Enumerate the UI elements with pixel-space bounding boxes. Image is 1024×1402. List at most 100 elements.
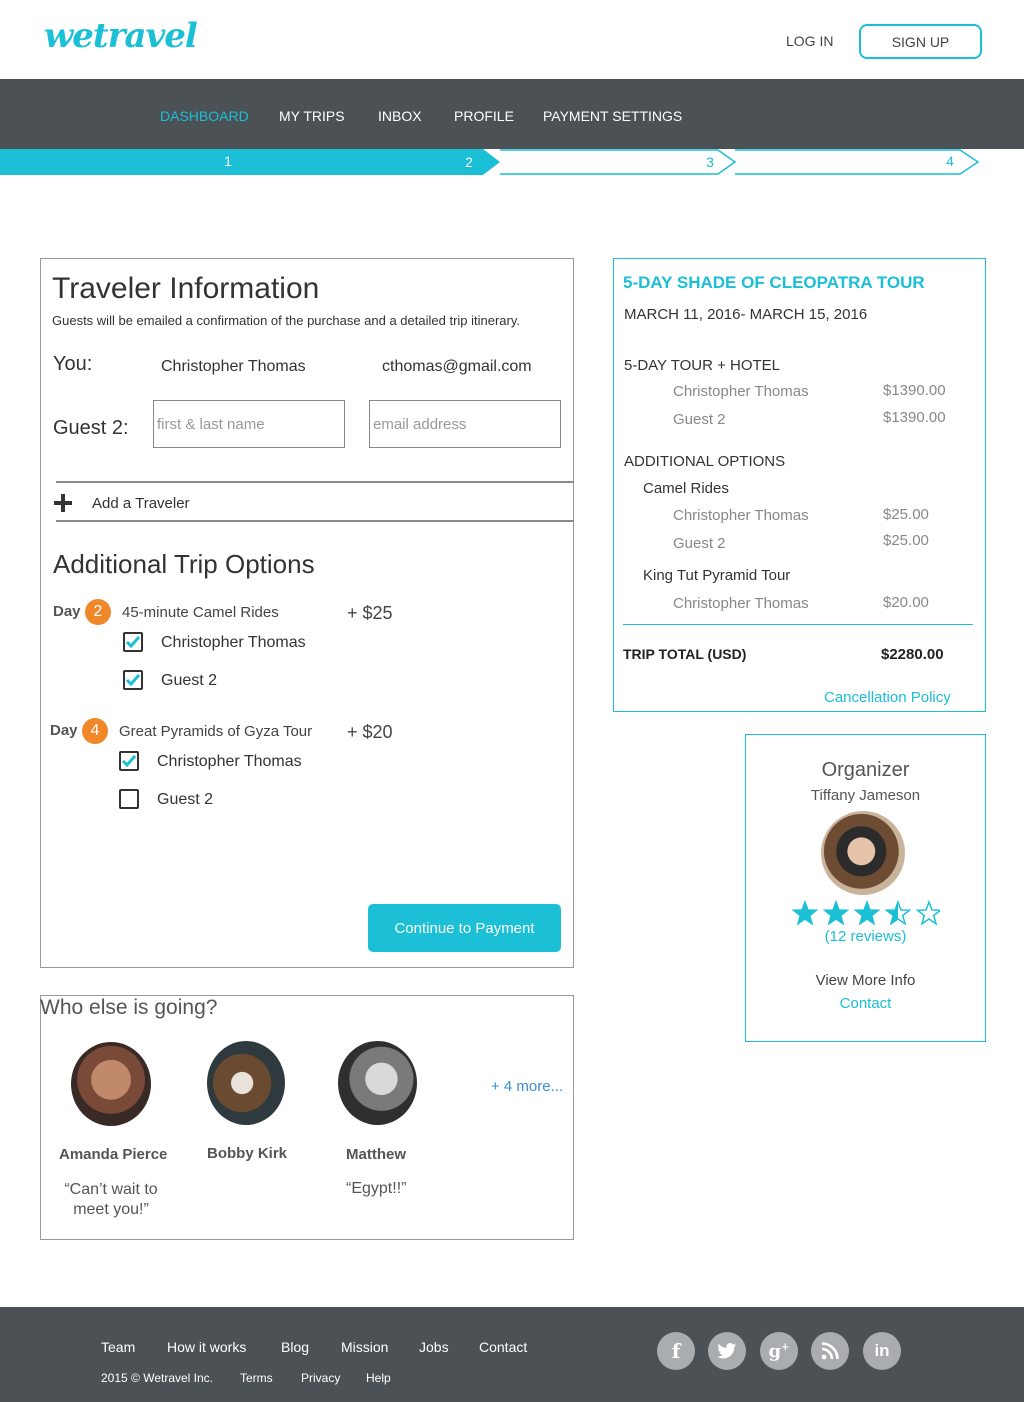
- progress-fill: [0, 149, 500, 175]
- check-icon: [125, 636, 141, 649]
- avatar-bobby[interactable]: [207, 1041, 285, 1125]
- continue-to-payment-button[interactable]: Continue to Payment: [368, 904, 561, 952]
- contact-link[interactable]: Contact: [745, 995, 986, 1012]
- facebook-icon[interactable]: f: [657, 1332, 695, 1370]
- divider-top: [56, 481, 574, 483]
- main-nav: DASHBOARD MY TRIPS INBOX PROFILE PAYMENT…: [0, 79, 1024, 149]
- more-attendees-link[interactable]: + 4 more...: [491, 1078, 563, 1095]
- checkbox-camel-christopher[interactable]: [123, 632, 143, 652]
- footer-terms-link[interactable]: Terms: [240, 1371, 273, 1385]
- option-price: + $25: [347, 603, 393, 623]
- organizer-title: Organizer: [821, 759, 910, 781]
- line-name: Guest 2: [673, 535, 726, 552]
- kingtut-label: King Tut Pyramid Tour: [643, 567, 791, 584]
- traveler-name: Christopher Thomas: [161, 634, 306, 651]
- person-name[interactable]: Matthew: [346, 1146, 406, 1163]
- nav-my-trips[interactable]: MY TRIPS: [279, 108, 345, 124]
- progress-step-2: 2: [465, 154, 473, 170]
- signup-button[interactable]: SIGN UP: [859, 24, 982, 59]
- guest-email-field[interactable]: email address: [369, 400, 561, 448]
- progress-step-1: 1: [224, 153, 232, 169]
- option-name: Great Pyramids of Gyza Tour: [119, 723, 313, 740]
- footer-help-link[interactable]: Help: [366, 1371, 391, 1385]
- checkbox-camel-guest2[interactable]: [123, 670, 143, 690]
- plus-icon[interactable]: [54, 494, 72, 512]
- summary-divider: [623, 624, 973, 625]
- nav-dashboard[interactable]: DASHBOARD: [160, 108, 249, 124]
- nav-profile[interactable]: PROFILE: [454, 108, 514, 124]
- view-more-info-link[interactable]: View More Info: [745, 972, 986, 989]
- avatar-matthew[interactable]: [338, 1041, 417, 1125]
- checkout-progress: 1 2 3 4: [0, 149, 980, 175]
- rss-icon[interactable]: [811, 1332, 849, 1370]
- package-label: 5-DAY TOUR + HOTEL: [624, 357, 781, 374]
- going-title: Who else is going?: [40, 996, 218, 1019]
- nav-payment-settings[interactable]: PAYMENT SETTINGS: [543, 108, 682, 124]
- line-amount: $25.00: [883, 532, 929, 549]
- line-name: Christopher Thomas: [673, 383, 809, 400]
- cancellation-policy-link[interactable]: Cancellation Policy: [824, 689, 951, 706]
- option-price: + $20: [347, 722, 393, 742]
- organizer-name: Tiffany Jameson: [810, 787, 921, 804]
- progress-step-3: 3: [706, 154, 714, 170]
- footer-how-it-works-link[interactable]: How it works: [167, 1339, 246, 1355]
- copyright: 2015 © Wetravel Inc.: [101, 1371, 214, 1385]
- divider-bottom: [56, 520, 574, 522]
- footer-mission-link[interactable]: Mission: [341, 1339, 388, 1355]
- additional-label: ADDITIONAL OPTIONS: [624, 453, 786, 470]
- twitter-icon[interactable]: [708, 1332, 746, 1370]
- footer-team-link[interactable]: Team: [101, 1339, 135, 1355]
- traveler-title: Traveler Information: [52, 272, 320, 305]
- add-traveler-link[interactable]: Add a Traveler: [92, 495, 190, 512]
- options-title: Additional Trip Options: [53, 549, 315, 579]
- day-badge: 4: [82, 718, 108, 744]
- progress-step-4: 4: [946, 153, 954, 169]
- total-amount: $2280.00: [881, 646, 944, 663]
- guest-label: Guest 2:: [53, 417, 129, 439]
- nav-inbox[interactable]: INBOX: [378, 108, 422, 124]
- option-name: 45-minute Camel Rides: [122, 604, 279, 621]
- star-icon: [822, 900, 850, 926]
- traveler-name: Guest 2: [161, 672, 218, 689]
- traveler-name: Guest 2: [157, 791, 214, 808]
- footer-contact-link[interactable]: Contact: [479, 1339, 527, 1355]
- line-name: Guest 2: [673, 411, 726, 428]
- day-label: Day: [50, 722, 78, 739]
- line-name: Christopher Thomas: [673, 595, 809, 612]
- guest-name-field[interactable]: first & last name: [153, 400, 345, 448]
- checkbox-pyramid-guest2[interactable]: [119, 789, 139, 809]
- you-name: Christopher Thomas: [161, 358, 306, 375]
- star-icon: [853, 900, 881, 926]
- line-name: Christopher Thomas: [673, 507, 809, 524]
- check-icon: [121, 755, 137, 768]
- footer-privacy-link[interactable]: Privacy: [301, 1371, 340, 1385]
- login-link[interactable]: LOG IN: [786, 33, 833, 49]
- checkbox-pyramid-christopher[interactable]: [119, 751, 139, 771]
- check-icon: [125, 674, 141, 687]
- footer-blog-link[interactable]: Blog: [281, 1339, 309, 1355]
- line-amount: $25.00: [883, 506, 929, 523]
- star-icon: [884, 900, 912, 926]
- line-amount: $1390.00: [883, 409, 946, 426]
- star-icon: [791, 900, 819, 926]
- person-name[interactable]: Bobby Kirk: [207, 1145, 287, 1162]
- star-icon: [915, 900, 940, 926]
- you-label: You:: [53, 353, 93, 375]
- wetravel-logo[interactable]: wetravel: [44, 16, 198, 56]
- camel-label: Camel Rides: [643, 480, 729, 497]
- day-label: Day: [53, 603, 81, 620]
- you-email: cthomas@gmail.com: [382, 358, 532, 375]
- google-plus-icon[interactable]: g+: [760, 1332, 798, 1370]
- traveler-name: Christopher Thomas: [157, 753, 302, 770]
- avatar-amanda[interactable]: [71, 1042, 151, 1126]
- reviews-link[interactable]: (12 reviews): [745, 928, 986, 945]
- progress-step-4-outline: [735, 149, 980, 175]
- traveler-subtitle: Guests will be emailed a confirmation of…: [52, 313, 521, 328]
- line-amount: $20.00: [883, 594, 929, 611]
- footer-jobs-link[interactable]: Jobs: [419, 1339, 449, 1355]
- person-quote: “Can’t wait to meet you!”: [64, 1181, 158, 1218]
- person-name[interactable]: Amanda Pierce: [59, 1146, 167, 1163]
- linkedin-icon[interactable]: in: [863, 1332, 901, 1370]
- organizer-rating: [791, 900, 940, 926]
- organizer-avatar[interactable]: [821, 811, 905, 895]
